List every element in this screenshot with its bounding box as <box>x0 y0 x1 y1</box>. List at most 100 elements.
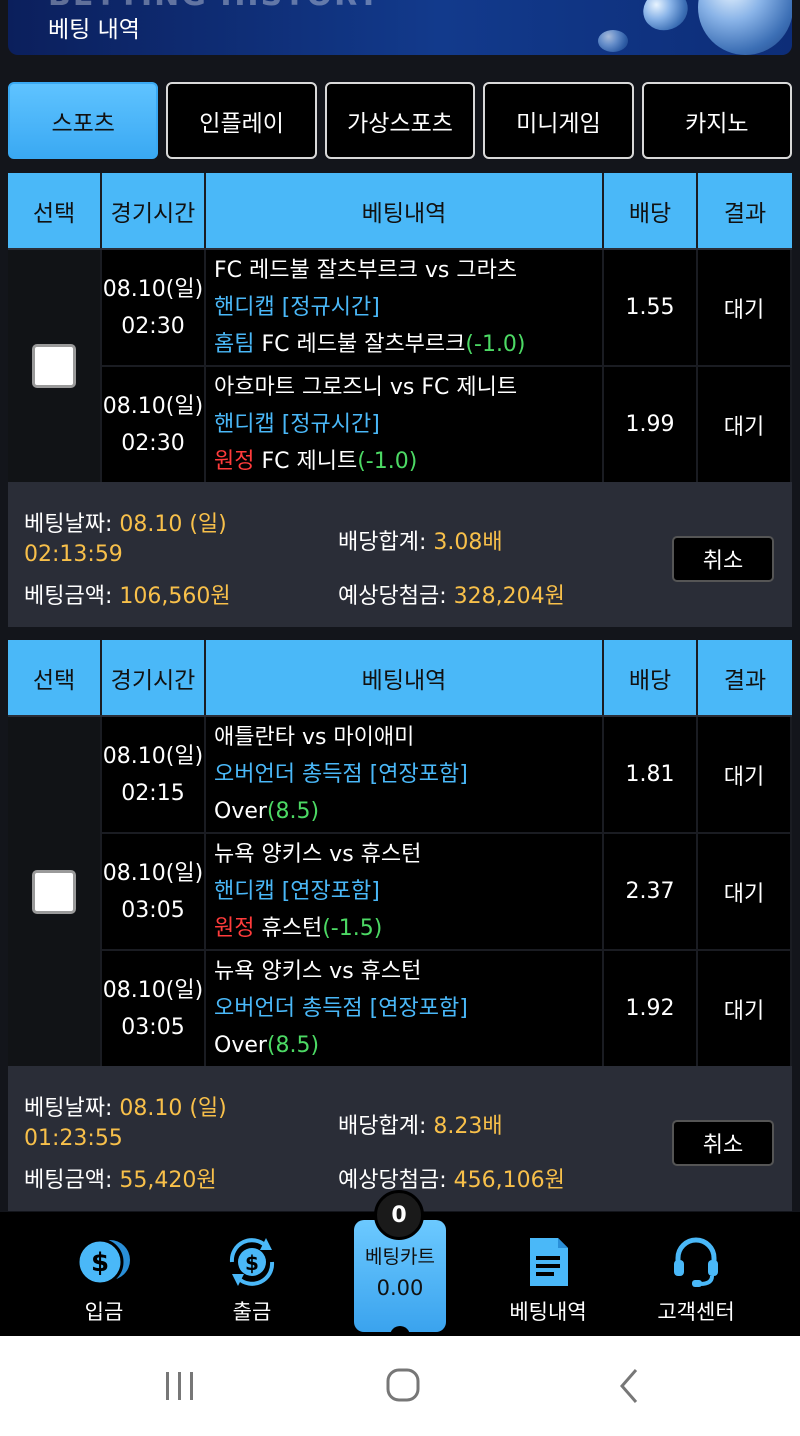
coin-decoration-icon <box>598 30 628 52</box>
bet-date: 08.10 (일) <box>119 1096 227 1121</box>
nav-deposit[interactable]: $ 입금 <box>44 1212 164 1336</box>
nav-deposit-label: 입금 <box>84 1300 124 1324</box>
table-row: 08.10(일) 03:05 뉴욕 양키스 vs 휴스턴 오버언더 총득점 [연… <box>102 951 792 1066</box>
market-name: 오버언더 총득점 [연장포함] <box>214 996 468 1021</box>
expected-win-label: 예상당첨금: <box>338 584 447 609</box>
pick-team: Over <box>214 1033 267 1058</box>
match-time: 08.10(일) 02:30 <box>102 250 206 365</box>
page-banner: BETTING HISTORY 베팅 내역 <box>8 0 792 55</box>
total-odds-label: 배당합계: <box>338 530 427 555</box>
system-navigation-bar <box>0 1336 800 1436</box>
page-title: 베팅 내역 <box>48 17 140 43</box>
table-header: 선택 경기시간 베팅내역 배당 결과 <box>8 640 792 715</box>
match-date: 08.10(일) <box>102 977 204 1003</box>
result-status: 대기 <box>698 250 790 365</box>
result-status: 대기 <box>698 367 790 482</box>
match-time: 08.10(일) 02:15 <box>102 717 206 832</box>
odds-value: 2.37 <box>604 834 698 949</box>
bet-amount-label: 베팅금액: <box>24 1168 113 1193</box>
table-row: 08.10(일) 03:05 뉴욕 양키스 vs 휴스턴 핸디캡 [연장포함] … <box>102 834 792 949</box>
header-time: 경기시간 <box>102 173 206 248</box>
total-odds: 8.23배 <box>433 1114 503 1139</box>
market-name: 오버언더 총득점 [연장포함] <box>214 762 468 787</box>
pick-team: Over <box>214 799 267 824</box>
header-detail: 베팅내역 <box>206 173 604 248</box>
nav-history[interactable]: 베팅내역 <box>488 1212 608 1336</box>
cancel-bet-button[interactable]: 취소 <box>672 536 774 582</box>
nav-support[interactable]: 고객센터 <box>636 1212 756 1336</box>
bet-detail: FC 레드불 잘츠부르크 vs 그라츠 핸디캡 [정규시간] 홈팀 FC 레드불… <box>206 250 604 365</box>
header-select: 선택 <box>8 173 102 248</box>
match-date: 08.10(일) <box>102 860 204 886</box>
match-clock: 02:30 <box>121 313 185 339</box>
bet-detail: 애틀란타 vs 마이애미 오버언더 총득점 [연장포함] Over(8.5) <box>206 717 604 832</box>
bet-date-label: 베팅날짜: <box>24 1096 113 1121</box>
pick-line: (8.5) <box>266 1033 320 1058</box>
market-name: 핸디캡 [연장포함] <box>214 879 380 904</box>
back-icon[interactable] <box>598 1366 658 1406</box>
dollar-refresh-icon: $ <box>229 1238 275 1286</box>
result-status: 대기 <box>698 717 790 832</box>
bet-cart-title: 베팅카트 <box>365 1246 435 1268</box>
select-cell <box>8 250 102 482</box>
header-odds: 배당 <box>604 640 698 715</box>
pick-team: FC 제니트 <box>261 449 358 474</box>
select-cell <box>8 717 102 1066</box>
recent-apps-icon[interactable] <box>150 1366 210 1406</box>
nav-support-label: 고객센터 <box>657 1300 735 1324</box>
bet-select-checkbox[interactable] <box>32 869 76 914</box>
nav-withdraw-label: 출금 <box>232 1300 272 1324</box>
nav-withdraw[interactable]: $ 출금 <box>192 1212 312 1336</box>
match-date: 08.10(일) <box>102 276 204 302</box>
svg-text:$: $ <box>91 1248 109 1278</box>
tab-sports[interactable]: 스포츠 <box>8 82 159 159</box>
header-result: 결과 <box>723 667 767 694</box>
tab-casino[interactable]: 카지노 <box>641 82 793 159</box>
header-result: 결과 <box>723 200 767 227</box>
pick-side: 원정 <box>214 449 255 474</box>
document-icon <box>530 1238 568 1286</box>
table-row: 08.10(일) 02:30 FC 레드불 잘츠부르크 vs 그라츠 핸디캡 [… <box>102 250 792 365</box>
home-icon[interactable] <box>373 1366 433 1406</box>
match-name: 애틀란타 vs 마이애미 <box>214 725 415 750</box>
bet-detail: 뉴욕 양키스 vs 휴스턴 오버언더 총득점 [연장포함] Over(8.5) <box>206 951 604 1066</box>
tab-virtual-sports[interactable]: 가상스포츠 <box>324 82 476 159</box>
expected-win: 456,106원 <box>453 1168 565 1193</box>
pick-team: 휴스턴 <box>261 916 323 941</box>
odds-value: 1.99 <box>604 367 698 482</box>
expected-win: 328,204원 <box>453 584 565 609</box>
bet-amount: 55,420원 <box>119 1168 217 1193</box>
match-name: 뉴욕 양키스 vs 휴스턴 <box>214 842 422 867</box>
bet-cart-count-badge: 0 <box>374 1190 424 1240</box>
header-select: 선택 <box>8 640 102 715</box>
match-name: FC 레드불 잘츠부르크 vs 그라츠 <box>214 258 518 283</box>
bet-slip-card: 선택 경기시간 베팅내역 배당 결과 08.10(일) 02:30 FC 레드불… <box>8 173 792 627</box>
bet-time: 02:13:59 <box>24 542 123 567</box>
dollar-coin-icon: $ <box>76 1238 130 1286</box>
cancel-bet-button[interactable]: 취소 <box>672 1120 774 1166</box>
odds-value: 1.55 <box>604 250 698 365</box>
result-status: 대기 <box>698 951 790 1066</box>
table-row: 08.10(일) 02:15 애틀란타 vs 마이애미 오버언더 총득점 [연장… <box>102 717 792 832</box>
pick-line: (-1.0) <box>357 449 418 474</box>
svg-text:$: $ <box>245 1251 259 1275</box>
match-clock: 02:15 <box>121 780 185 806</box>
match-time: 08.10(일) 03:05 <box>102 951 206 1066</box>
bottom-nav: $ 입금 $ 출금 베팅카트 0.00 0 베팅내역 고객센터 <box>0 1190 800 1338</box>
result-status: 대기 <box>698 834 790 949</box>
total-odds-label: 배당합계: <box>338 1114 427 1139</box>
tab-minigame[interactable]: 미니게임 <box>483 82 634 159</box>
match-name: 뉴욕 양키스 vs 휴스턴 <box>214 959 422 984</box>
tab-inplay[interactable]: 인플레이 <box>166 82 317 159</box>
match-time: 08.10(일) 02:30 <box>102 367 206 482</box>
odds-value: 1.92 <box>604 951 698 1066</box>
pick-side: 홈팀 <box>214 332 255 357</box>
bet-select-checkbox[interactable] <box>32 344 76 388</box>
coin-decoration-icon <box>698 0 792 55</box>
bet-slip-card: 선택 경기시간 베팅내역 배당 결과 08.10(일) 02:15 애틀란타 v… <box>8 640 792 1211</box>
match-clock: 02:30 <box>121 430 185 456</box>
pick-side: 원정 <box>214 916 255 941</box>
bet-detail: 뉴욕 양키스 vs 휴스턴 핸디캡 [연장포함] 원정 휴스턴(-1.5) <box>206 834 604 949</box>
headset-icon <box>674 1237 718 1287</box>
header-odds: 배당 <box>604 173 698 248</box>
